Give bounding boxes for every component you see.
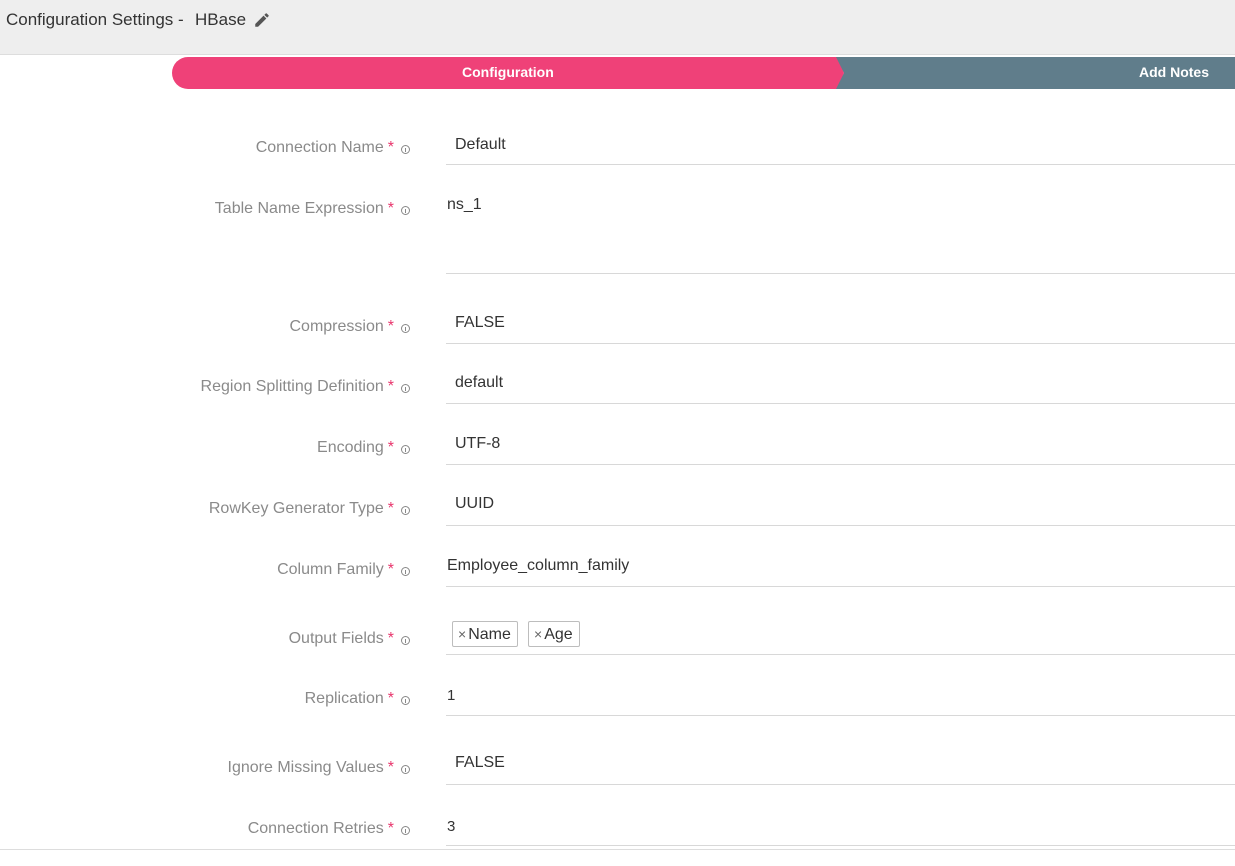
table-name-expression-value: ns_1 bbox=[447, 196, 482, 213]
ignore-missing-values-select[interactable]: FALSE bbox=[446, 746, 1235, 785]
required-marker: * bbox=[387, 561, 394, 578]
field-label: Replication bbox=[304, 690, 384, 707]
output-fields-label: Output Fields * bbox=[289, 630, 394, 648]
replication-label: Replication * bbox=[305, 690, 394, 708]
connector-name: HBase bbox=[195, 10, 247, 29]
compression-select[interactable]: FALSE bbox=[446, 306, 1235, 344]
required-marker: * bbox=[387, 690, 394, 707]
field-label: Output Fields bbox=[288, 630, 384, 647]
region-splitting-definition-value: default bbox=[455, 374, 504, 391]
required-marker: * bbox=[387, 759, 394, 776]
info-icon[interactable] bbox=[401, 567, 410, 576]
required-marker: * bbox=[387, 630, 394, 647]
remove-tag-icon[interactable]: × bbox=[458, 626, 466, 642]
step-configuration[interactable]: Configuration bbox=[462, 64, 554, 80]
connection-retries-label: Connection Retries * bbox=[248, 820, 394, 838]
encoding-select[interactable]: UTF-8 bbox=[446, 427, 1235, 465]
step-add-notes[interactable]: Add Notes bbox=[1139, 64, 1209, 80]
field-label: Connection Retries bbox=[247, 820, 384, 837]
info-icon[interactable] bbox=[401, 826, 410, 835]
field-label: Ignore Missing Values bbox=[227, 759, 384, 776]
info-icon[interactable] bbox=[401, 765, 410, 774]
encoding-label: Encoding * bbox=[317, 439, 394, 457]
replication-input[interactable]: 1 bbox=[446, 677, 1235, 716]
info-icon[interactable] bbox=[401, 506, 410, 515]
rowkey-generator-type-label: RowKey Generator Type * bbox=[209, 500, 394, 518]
tag-label: Name bbox=[468, 626, 511, 643]
column-family-input[interactable]: Employee_column_family bbox=[446, 549, 1235, 587]
connection-retries-value: 3 bbox=[447, 818, 456, 835]
output-field-tag-name: × Name bbox=[452, 621, 518, 647]
pencil-icon[interactable] bbox=[253, 11, 271, 29]
column-family-label: Column Family * bbox=[277, 561, 394, 579]
required-marker: * bbox=[387, 318, 394, 335]
info-icon[interactable] bbox=[401, 206, 410, 215]
rowkey-generator-type-select[interactable]: UUID bbox=[446, 487, 1235, 526]
connection-name-label: Connection Name * bbox=[256, 139, 394, 157]
info-icon[interactable] bbox=[401, 324, 410, 333]
required-marker: * bbox=[387, 378, 394, 395]
field-label: Compression bbox=[289, 318, 384, 335]
table-name-expression-textarea[interactable]: ns_1 bbox=[446, 188, 1235, 274]
header-bar: Configuration Settings - HBase bbox=[0, 0, 1235, 55]
field-label: Encoding bbox=[317, 439, 384, 456]
ignore-missing-values-value: FALSE bbox=[455, 754, 505, 771]
field-label: Connection Name bbox=[255, 139, 384, 156]
connection-name-value: Default bbox=[455, 136, 506, 153]
info-icon[interactable] bbox=[401, 636, 410, 645]
required-marker: * bbox=[387, 439, 394, 456]
column-family-value: Employee_column_family bbox=[447, 557, 630, 574]
compression-label: Compression * bbox=[290, 318, 395, 336]
region-splitting-definition-label: Region Splitting Definition * bbox=[201, 378, 394, 396]
field-label: Region Splitting Definition bbox=[200, 378, 384, 395]
ignore-missing-values-label: Ignore Missing Values * bbox=[228, 759, 394, 777]
required-marker: * bbox=[387, 500, 394, 517]
field-label: RowKey Generator Type bbox=[208, 500, 384, 517]
wizard-stepper: Configuration Add Notes bbox=[172, 57, 1235, 89]
field-label: Column Family bbox=[277, 561, 384, 578]
connection-retries-input[interactable]: 3 bbox=[446, 807, 1235, 846]
compression-value: FALSE bbox=[455, 314, 505, 331]
page-title: Configuration Settings - bbox=[6, 10, 184, 29]
info-icon[interactable] bbox=[401, 384, 410, 393]
output-fields-multiselect[interactable]: × Name × Age bbox=[446, 615, 1235, 655]
output-field-tag-age: × Age bbox=[528, 621, 580, 647]
replication-value: 1 bbox=[447, 687, 456, 704]
remove-tag-icon[interactable]: × bbox=[534, 626, 542, 642]
required-marker: * bbox=[387, 139, 394, 156]
info-icon[interactable] bbox=[401, 445, 410, 454]
required-marker: * bbox=[387, 820, 394, 837]
encoding-value: UTF-8 bbox=[455, 435, 501, 452]
rowkey-generator-type-value: UUID bbox=[455, 495, 495, 512]
tag-label: Age bbox=[544, 626, 573, 643]
required-marker: * bbox=[387, 200, 394, 217]
info-icon[interactable] bbox=[401, 696, 410, 705]
table-name-expression-label: Table Name Expression * bbox=[215, 200, 394, 218]
field-label: Table Name Expression bbox=[214, 200, 384, 217]
bottom-divider bbox=[0, 849, 1235, 850]
info-icon[interactable] bbox=[401, 145, 410, 154]
connection-name-field[interactable]: Default bbox=[446, 128, 1235, 165]
region-splitting-definition-select[interactable]: default bbox=[446, 366, 1235, 404]
